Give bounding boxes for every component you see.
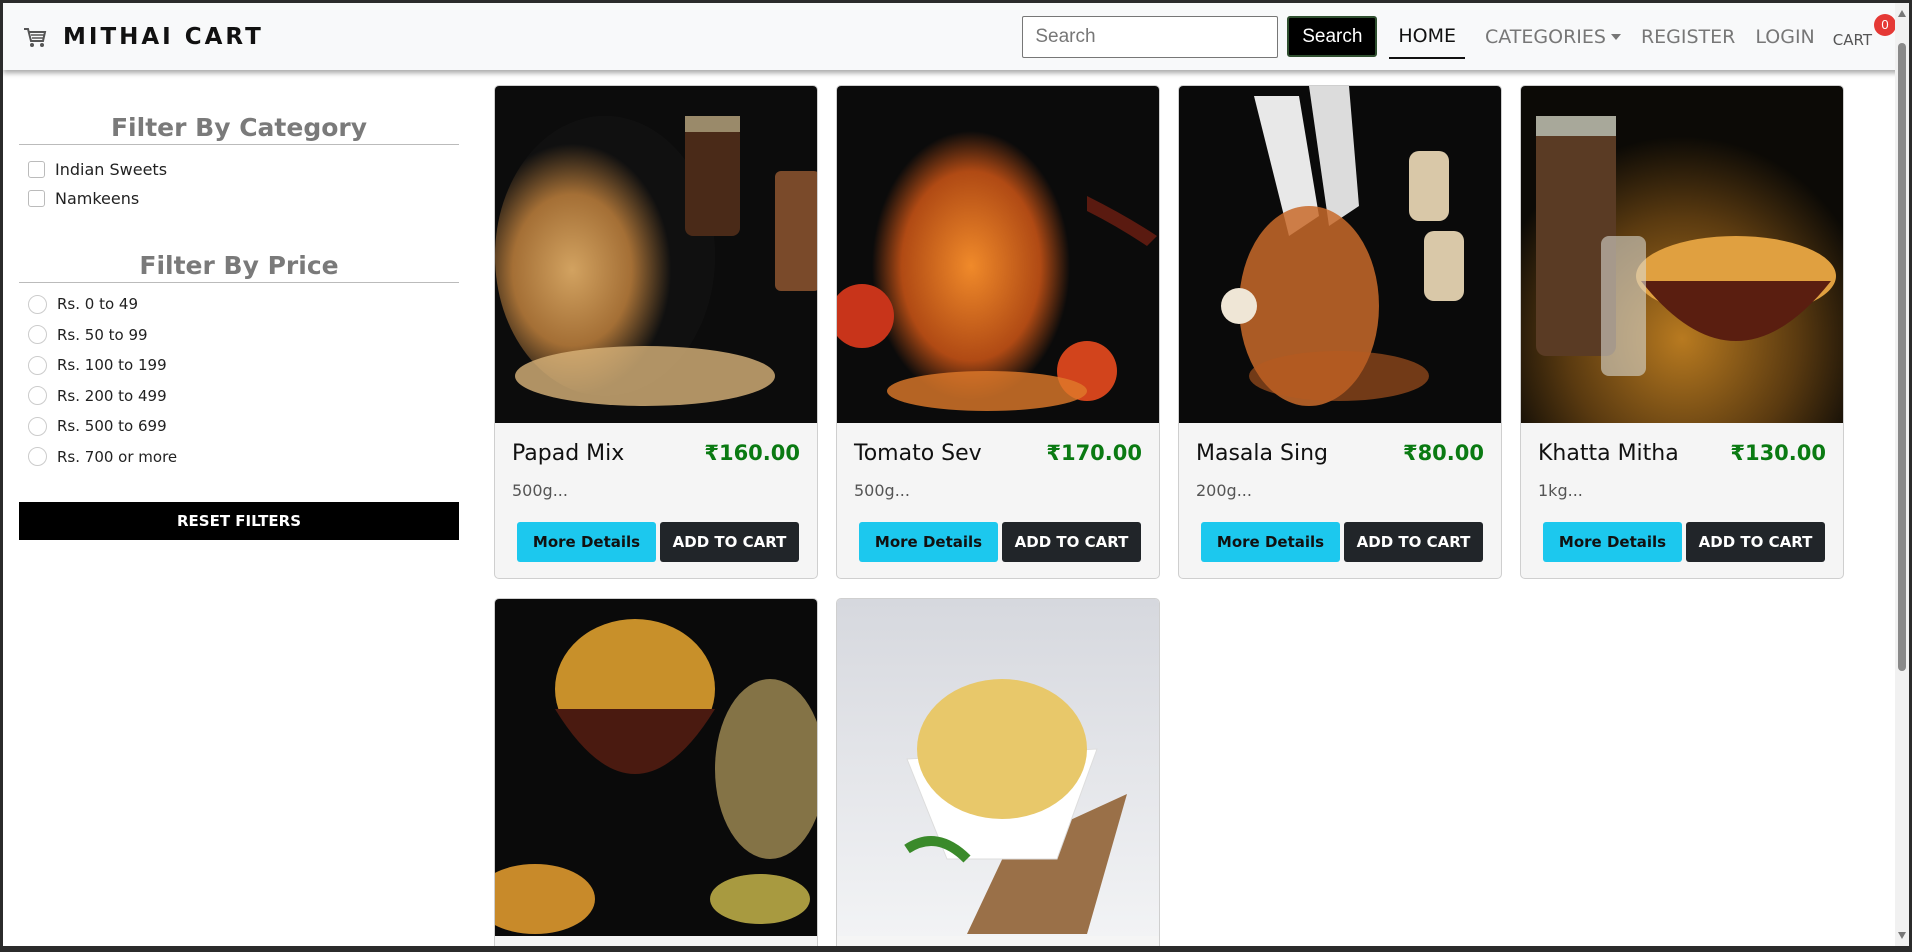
more-details-button[interactable]: More Details — [1543, 522, 1682, 562]
card-body: Masala Sing ₹80.00 200g... More Details … — [1179, 423, 1501, 578]
category-checkbox[interactable] — [28, 190, 45, 207]
price-label: Rs. 500 to 699 — [57, 417, 167, 436]
nav-right: Search HOME CATEGORIES REGISTER LOGIN CA… — [1022, 3, 1901, 70]
brand[interactable]: MITHAI CART — [22, 24, 264, 50]
price-option[interactable]: Rs. 100 to 199 — [28, 350, 459, 381]
product-price: ₹130.00 — [1730, 441, 1826, 465]
product-price: ₹170.00 — [1046, 441, 1142, 465]
product-name: Khatta Mitha — [1538, 441, 1679, 466]
nav-categories[interactable]: CATEGORIES — [1485, 9, 1621, 65]
price-option[interactable]: Rs. 500 to 699 — [28, 411, 459, 442]
price-option[interactable]: Rs. 200 to 499 — [28, 381, 459, 412]
nav-home[interactable]: HOME — [1389, 14, 1465, 59]
product-card: Khatta Mitha ₹130.00 1kg... More Details… — [1520, 85, 1844, 579]
product-image[interactable] — [837, 86, 1159, 423]
product-price: ₹80.00 — [1402, 441, 1484, 465]
nav-cart-label: CART — [1832, 30, 1872, 49]
reset-filters-button[interactable]: RESET FILTERS — [19, 502, 459, 540]
filter-sidebar: Filter By Category Indian Sweets Namkeen… — [19, 70, 459, 540]
price-option[interactable]: Rs. 0 to 49 — [28, 289, 459, 320]
product-image[interactable] — [495, 86, 817, 423]
product-name: Tomato Sev — [854, 441, 982, 466]
price-label: Rs. 200 to 499 — [57, 386, 167, 405]
nav-cart[interactable]: CART 0 — [1832, 13, 1896, 49]
more-details-button[interactable]: More Details — [1201, 522, 1340, 562]
category-option[interactable]: Namkeens — [28, 184, 459, 213]
price-option[interactable]: Rs. 50 to 99 — [28, 320, 459, 351]
product-price: ₹160.00 — [704, 441, 800, 465]
card-body: Tomato Sev ₹170.00 500g... More Details … — [837, 423, 1159, 578]
category-label: Namkeens — [55, 189, 140, 208]
product-name: Masala Sing — [1196, 441, 1328, 466]
add-to-cart-button[interactable]: ADD TO CART — [1002, 522, 1141, 562]
product-card — [836, 598, 1160, 952]
product-image[interactable] — [1179, 86, 1501, 423]
price-radio[interactable] — [28, 325, 47, 345]
search-input[interactable] — [1022, 15, 1279, 58]
scroll-thumb[interactable] — [1898, 43, 1906, 671]
price-radio[interactable] — [28, 386, 47, 406]
price-label: Rs. 50 to 99 — [57, 325, 148, 344]
price-filter-title: Filter By Price — [19, 251, 459, 283]
more-details-button[interactable]: More Details — [859, 522, 998, 562]
brand-name: MITHAI CART — [63, 23, 264, 50]
product-description: 500g... — [512, 481, 568, 500]
category-filter-list: Indian Sweets Namkeens — [19, 155, 459, 213]
cart-count-badge: 0 — [1874, 13, 1896, 36]
product-card: Papad Mix ₹160.00 500g... More Details A… — [494, 85, 818, 579]
nav-login[interactable]: LOGIN — [1755, 9, 1814, 65]
add-to-cart-button[interactable]: ADD TO CART — [1686, 522, 1825, 562]
product-name: Papad Mix — [512, 441, 625, 466]
product-card: Masala Sing ₹80.00 200g... More Details … — [1178, 85, 1502, 579]
chevron-down-icon — [1610, 33, 1621, 40]
scroll-up-icon[interactable] — [1898, 10, 1906, 17]
nav-categories-label: CATEGORIES — [1485, 25, 1606, 48]
navbar: MITHAI CART Search HOME CATEGORIES REGIS… — [3, 3, 1901, 70]
price-radio[interactable] — [28, 294, 47, 314]
search-button[interactable]: Search — [1287, 16, 1378, 57]
vertical-scrollbar[interactable] — [1895, 3, 1909, 946]
scroll-down-icon[interactable] — [1898, 932, 1906, 939]
price-radio[interactable] — [28, 447, 47, 467]
category-filter-title: Filter By Category — [19, 113, 459, 145]
price-label: Rs. 0 to 49 — [57, 295, 138, 314]
category-label: Indian Sweets — [55, 160, 168, 179]
product-description: 200g... — [1196, 481, 1252, 500]
category-checkbox[interactable] — [28, 161, 45, 178]
product-image[interactable] — [495, 599, 817, 936]
add-to-cart-button[interactable]: ADD TO CART — [660, 522, 799, 562]
card-body: Khatta Mitha ₹130.00 1kg... More Details… — [1521, 423, 1843, 578]
product-description: 500g... — [854, 481, 910, 500]
product-image[interactable] — [1521, 86, 1843, 423]
price-radio[interactable] — [28, 355, 47, 375]
product-description: 1kg... — [1538, 481, 1583, 500]
price-filter-list: Rs. 0 to 49 Rs. 50 to 99 Rs. 100 to 199 … — [19, 289, 459, 472]
price-label: Rs. 700 or more — [57, 447, 178, 466]
product-card — [494, 598, 818, 952]
product-image[interactable] — [837, 599, 1159, 936]
price-radio[interactable] — [28, 416, 47, 436]
category-option[interactable]: Indian Sweets — [28, 155, 459, 184]
price-label: Rs. 100 to 199 — [57, 356, 167, 375]
add-to-cart-button[interactable]: ADD TO CART — [1344, 522, 1483, 562]
card-body: Papad Mix ₹160.00 500g... More Details A… — [495, 423, 817, 578]
shopping-cart-icon — [24, 27, 47, 47]
more-details-button[interactable]: More Details — [517, 522, 656, 562]
product-card: Tomato Sev ₹170.00 500g... More Details … — [836, 85, 1160, 579]
nav-register[interactable]: REGISTER — [1641, 9, 1735, 65]
price-option[interactable]: Rs. 700 or more — [28, 442, 459, 473]
